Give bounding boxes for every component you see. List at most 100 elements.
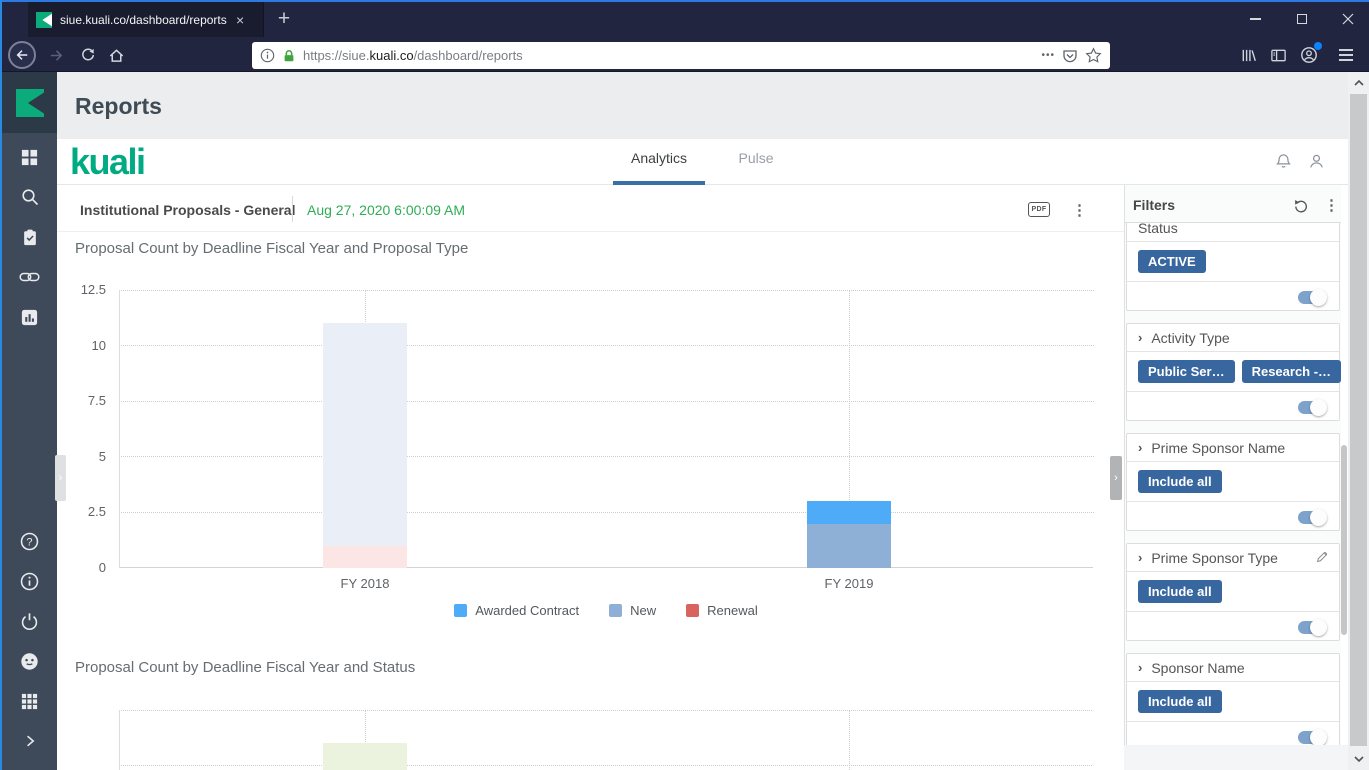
site-info-icon[interactable] bbox=[260, 48, 275, 63]
filter-toggle-knob bbox=[1310, 729, 1327, 745]
window-maximize-button[interactable] bbox=[1285, 8, 1319, 30]
https-lock-icon[interactable] bbox=[282, 49, 296, 63]
user-profile-icon[interactable] bbox=[1305, 150, 1327, 172]
chart1-plot-area[interactable]: 0 2.5 5 7.5 10 12.5 FY 2018 FY 2019 bbox=[81, 282, 1094, 591]
legend-swatch bbox=[609, 604, 623, 617]
sidebar-help-icon[interactable]: ? bbox=[2, 529, 57, 553]
bar-segment[interactable] bbox=[807, 501, 891, 524]
filter-toggle[interactable] bbox=[1298, 399, 1327, 416]
report-menu-kebab-icon[interactable]: ⋮ bbox=[1072, 201, 1087, 219]
sidebar-logout-power-icon[interactable] bbox=[2, 609, 57, 633]
bar-segment[interactable] bbox=[807, 523, 891, 568]
export-pdf-button[interactable]: PDF bbox=[1028, 202, 1050, 217]
sidebar-search-icon[interactable] bbox=[2, 185, 57, 209]
reload-button[interactable] bbox=[77, 44, 99, 66]
firefox-account-icon[interactable] bbox=[1298, 42, 1322, 66]
filter-expand-chevron-icon[interactable]: › bbox=[1138, 440, 1142, 455]
filter-card-header[interactable]: › Prime Sponsor Name bbox=[1127, 434, 1339, 462]
filter-label: Activity Type bbox=[1151, 329, 1230, 346]
filter-chip[interactable]: Include all bbox=[1138, 470, 1222, 493]
filter-toggle[interactable] bbox=[1298, 509, 1327, 526]
new-tab-button[interactable]: + bbox=[270, 6, 298, 34]
content-expand-handle[interactable]: › bbox=[55, 455, 66, 501]
filter-card-header[interactable]: › Sponsor Name bbox=[1127, 654, 1339, 682]
pocket-icon[interactable] bbox=[1062, 48, 1078, 64]
bar-segment[interactable] bbox=[323, 323, 407, 546]
url-text: https://siue.kuali.co/dashboard/reports bbox=[303, 48, 523, 63]
legend-item[interactable]: New bbox=[609, 603, 656, 618]
forward-button[interactable] bbox=[45, 44, 67, 66]
filter-card-header[interactable]: › Prime Sponsor Type bbox=[1127, 544, 1339, 572]
filter-expand-chevron-icon[interactable]: › bbox=[1138, 550, 1142, 565]
window-close-button[interactable] bbox=[1331, 8, 1365, 30]
sidebars-toggle-icon[interactable] bbox=[1267, 44, 1289, 66]
filter-chip[interactable]: Research -… bbox=[1241, 360, 1341, 383]
filter-edit-pencil-icon[interactable] bbox=[1314, 549, 1330, 568]
filters-scrollbar-thumb[interactable] bbox=[1341, 445, 1347, 635]
filters-reset-icon[interactable] bbox=[1291, 196, 1311, 216]
x-axis-category-label: FY 2019 bbox=[824, 576, 874, 591]
window-minimize-button[interactable] bbox=[1238, 8, 1272, 30]
scrollbar-up-arrow-icon[interactable] bbox=[1348, 74, 1369, 92]
filter-chip[interactable]: Include all bbox=[1138, 690, 1222, 713]
legend-item[interactable]: Renewal bbox=[686, 603, 758, 618]
filters-collapse-handle[interactable]: › bbox=[1110, 456, 1122, 500]
filter-expand-chevron-icon[interactable]: › bbox=[1138, 660, 1142, 675]
sidebar-apps-grid-icon[interactable] bbox=[2, 689, 57, 713]
bar-segment[interactable] bbox=[323, 545, 407, 568]
sidebar-dashboard-icon[interactable] bbox=[2, 145, 57, 169]
tab-analytics[interactable]: Analytics bbox=[613, 150, 705, 166]
filter-toggle[interactable] bbox=[1298, 729, 1327, 745]
sidebar-expand-chevron-icon[interactable] bbox=[2, 729, 57, 753]
library-icon[interactable] bbox=[1237, 44, 1259, 66]
filter-toggle[interactable] bbox=[1298, 619, 1327, 636]
filter-card-prime-sponsor-type: › Prime Sponsor Type Include all bbox=[1126, 543, 1340, 641]
chart2-plot-area[interactable]: 1012.5 bbox=[119, 710, 1093, 770]
filter-chip[interactable]: Include all bbox=[1138, 580, 1222, 603]
sidebar-feedback-face-icon[interactable] bbox=[2, 649, 57, 673]
y-axis-tick-label: 12.5 bbox=[80, 282, 106, 297]
report-header-divider bbox=[292, 196, 293, 222]
filter-card-sponsor-name: › Sponsor Name Include all bbox=[1126, 653, 1340, 745]
filter-toggle-row bbox=[1127, 281, 1339, 310]
filter-card-header[interactable]: Status bbox=[1127, 223, 1339, 242]
legend-item[interactable]: Awarded Contract bbox=[454, 603, 579, 618]
filter-chip[interactable]: Public Ser… bbox=[1138, 360, 1235, 383]
sidebar-tasks-clipboard-icon[interactable] bbox=[2, 225, 57, 249]
tab-analytics-underline bbox=[613, 181, 705, 185]
filter-chip[interactable]: ACTIVE bbox=[1138, 250, 1206, 273]
filter-chip-row: Include all bbox=[1127, 462, 1339, 501]
filter-toggle[interactable] bbox=[1298, 289, 1327, 306]
tab-favicon-kuali-icon bbox=[36, 11, 52, 28]
kuali-wordmark[interactable]: kuali bbox=[70, 141, 146, 183]
filters-menu-kebab-icon[interactable]: ⋮ bbox=[1324, 196, 1339, 214]
filter-toggle-row bbox=[1127, 721, 1339, 745]
sidebar-reports-chart-icon[interactable] bbox=[2, 305, 57, 329]
back-button[interactable] bbox=[8, 41, 36, 69]
filter-toggle-knob bbox=[1310, 399, 1327, 416]
gridline bbox=[121, 710, 1093, 711]
menu-hamburger-icon[interactable] bbox=[1335, 44, 1357, 66]
browser-tab[interactable]: siue.kuali.co/dashboard/reports × bbox=[28, 2, 264, 37]
window-border-top bbox=[0, 0, 1369, 2]
kuali-logo-mark[interactable] bbox=[2, 72, 57, 133]
filters-panel-footer bbox=[1124, 745, 1348, 770]
home-button[interactable] bbox=[105, 44, 127, 66]
filter-card-header[interactable]: › Activity Type bbox=[1127, 324, 1339, 352]
filter-expand-chevron-icon[interactable]: › bbox=[1138, 330, 1142, 345]
filter-chip-row: Include all bbox=[1127, 572, 1339, 611]
page-actions-icon[interactable]: ••• bbox=[1041, 50, 1055, 61]
bookmark-star-icon[interactable] bbox=[1085, 47, 1102, 64]
tab-close-icon[interactable]: × bbox=[236, 13, 244, 27]
bar-segment[interactable] bbox=[323, 743, 407, 770]
notifications-bell-icon[interactable] bbox=[1272, 150, 1294, 172]
tab-pulse[interactable]: Pulse bbox=[725, 150, 787, 166]
sidebar-link-icon[interactable] bbox=[2, 265, 57, 289]
report-name: Institutional Proposals - General bbox=[80, 202, 296, 218]
sidebar-info-icon[interactable] bbox=[2, 569, 57, 593]
filters-scroll-area[interactable]: Status ACTIVE › Activity Type Public Ser… Res… bbox=[1125, 222, 1341, 745]
page-scrollbar-thumb[interactable] bbox=[1350, 94, 1367, 746]
url-bar[interactable]: https://siue.kuali.co/dashboard/reports … bbox=[252, 42, 1110, 69]
filter-toggle-row bbox=[1127, 391, 1339, 420]
scrollbar-down-arrow-icon[interactable] bbox=[1348, 750, 1369, 768]
